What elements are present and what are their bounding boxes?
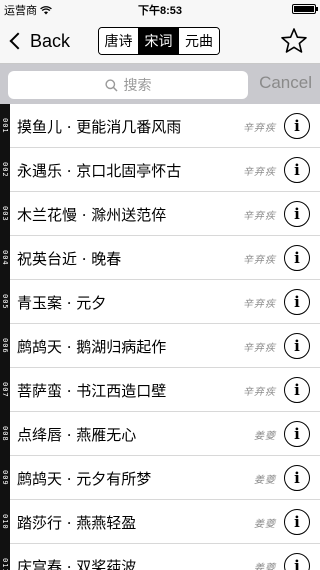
battery-icon	[292, 4, 318, 14]
list-item[interactable]: 003 木兰花慢 · 滁州送范倅 辛弃疾 i	[0, 192, 320, 236]
segment-yuan-qu[interactable]: 元曲	[179, 28, 219, 54]
navigation-bar: Back 唐诗 宋词 元曲	[0, 18, 320, 64]
poem-author: 辛弃疾	[243, 123, 276, 134]
poem-title: 点绛唇 · 燕雁无心	[17, 426, 137, 444]
list-item[interactable]: 005 青玉案 · 元夕 辛弃疾 i	[0, 280, 320, 324]
category-segmented-control: 唐诗 宋词 元曲	[98, 27, 220, 55]
poem-author: 姜夔	[254, 431, 276, 442]
info-icon[interactable]: i	[284, 421, 310, 447]
poem-author: 姜夔	[254, 519, 276, 530]
list-item[interactable]: 001 摸鱼儿 · 更能消几番风雨 辛弃疾 i	[0, 104, 320, 148]
list-item[interactable]: 006 鹧鸪天 · 鹅湖归病起作 辛弃疾 i	[0, 324, 320, 368]
index-strip: 002	[0, 148, 10, 192]
info-icon[interactable]: i	[284, 465, 310, 491]
poem-title: 鹧鸪天 · 鹅湖归病起作	[17, 338, 167, 356]
segment-song-ci[interactable]: 宋词	[139, 28, 179, 54]
index-strip: 010	[0, 500, 10, 544]
status-bar: 运营商 下午8:53	[0, 0, 320, 18]
info-icon[interactable]: i	[284, 509, 310, 535]
info-icon[interactable]: i	[284, 289, 310, 315]
search-bar: 搜索 Cancel	[0, 64, 320, 104]
back-label: Back	[30, 30, 71, 51]
search-icon	[104, 78, 118, 92]
info-icon[interactable]: i	[284, 553, 310, 570]
row-index: 006	[1, 338, 9, 354]
row-index: 004	[1, 250, 9, 266]
index-strip: 009	[0, 456, 10, 500]
poem-author: 辛弃疾	[243, 167, 276, 178]
status-time: 下午8:53	[137, 5, 183, 17]
poem-title: 祝英台近 · 晚春	[17, 250, 122, 268]
poem-author: 姜夔	[254, 563, 276, 570]
segment-tang-poems[interactable]: 唐诗	[99, 28, 139, 54]
index-strip: 011	[0, 544, 10, 570]
row-index: 008	[1, 426, 9, 442]
poem-author: 辛弃疾	[243, 255, 276, 266]
cancel-button[interactable]: Cancel	[259, 73, 312, 93]
battery-fill	[294, 6, 314, 12]
row-index: 007	[1, 382, 9, 398]
poem-author: 辛弃疾	[243, 387, 276, 398]
back-button[interactable]: Back	[6, 28, 70, 54]
poem-title: 鹧鸪天 · 元夕有所梦	[17, 470, 152, 488]
poem-author: 辛弃疾	[243, 211, 276, 222]
row-index: 010	[1, 514, 9, 530]
poem-title: 庆宫春 · 双桨莼波	[17, 558, 137, 570]
search-placeholder: 搜索	[123, 77, 152, 93]
row-index: 002	[1, 162, 9, 178]
info-icon[interactable]: i	[284, 245, 310, 271]
info-icon[interactable]: i	[284, 157, 310, 183]
info-icon[interactable]: i	[284, 377, 310, 403]
row-index: 009	[1, 470, 9, 486]
poem-author: 辛弃疾	[243, 343, 276, 354]
star-icon[interactable]	[280, 27, 308, 55]
row-index: 011	[1, 558, 9, 570]
poem-title: 木兰花慢 · 滁州送范倅	[17, 206, 167, 224]
index-strip: 003	[0, 192, 10, 236]
list-item[interactable]: 004 祝英台近 · 晚春 辛弃疾 i	[0, 236, 320, 280]
row-index: 001	[1, 118, 9, 134]
row-index: 003	[1, 206, 9, 222]
poem-title: 青玉案 · 元夕	[17, 294, 107, 312]
poem-title: 踏莎行 · 燕燕轻盈	[17, 514, 137, 532]
index-strip: 001	[0, 104, 10, 148]
index-strip: 005	[0, 280, 10, 324]
list-item[interactable]: 011 庆宫春 · 双桨莼波 姜夔 i	[0, 544, 320, 570]
list-item[interactable]: 010 踏莎行 · 燕燕轻盈 姜夔 i	[0, 500, 320, 544]
info-icon[interactable]: i	[284, 113, 310, 139]
chevron-left-icon	[9, 32, 27, 50]
index-strip: 008	[0, 412, 10, 456]
index-strip: 007	[0, 368, 10, 412]
poem-title: 永遇乐 · 京口北固亭怀古	[17, 162, 182, 180]
list-item[interactable]: 002 永遇乐 · 京口北固亭怀古 辛弃疾 i	[0, 148, 320, 192]
index-strip: 004	[0, 236, 10, 280]
info-icon[interactable]: i	[284, 201, 310, 227]
info-icon[interactable]: i	[284, 333, 310, 359]
poem-list[interactable]: 001 摸鱼儿 · 更能消几番风雨 辛弃疾 i 002 永遇乐 · 京口北固亭怀古 辛弃疾 i…	[0, 104, 320, 570]
search-input[interactable]: 搜索	[8, 71, 248, 99]
poem-author: 姜夔	[254, 475, 276, 486]
list-item[interactable]: 009 鹧鸪天 · 元夕有所梦 姜夔 i	[0, 456, 320, 500]
poem-title: 摸鱼儿 · 更能消几番风雨	[17, 118, 182, 136]
index-strip: 006	[0, 324, 10, 368]
poem-title: 菩萨蛮 · 书江西造口壁	[17, 382, 167, 400]
poem-author: 辛弃疾	[243, 299, 276, 310]
list-item[interactable]: 008 点绛唇 · 燕雁无心 姜夔 i	[0, 412, 320, 456]
list-item[interactable]: 007 菩萨蛮 · 书江西造口壁 辛弃疾 i	[0, 368, 320, 412]
row-index: 005	[1, 294, 9, 310]
